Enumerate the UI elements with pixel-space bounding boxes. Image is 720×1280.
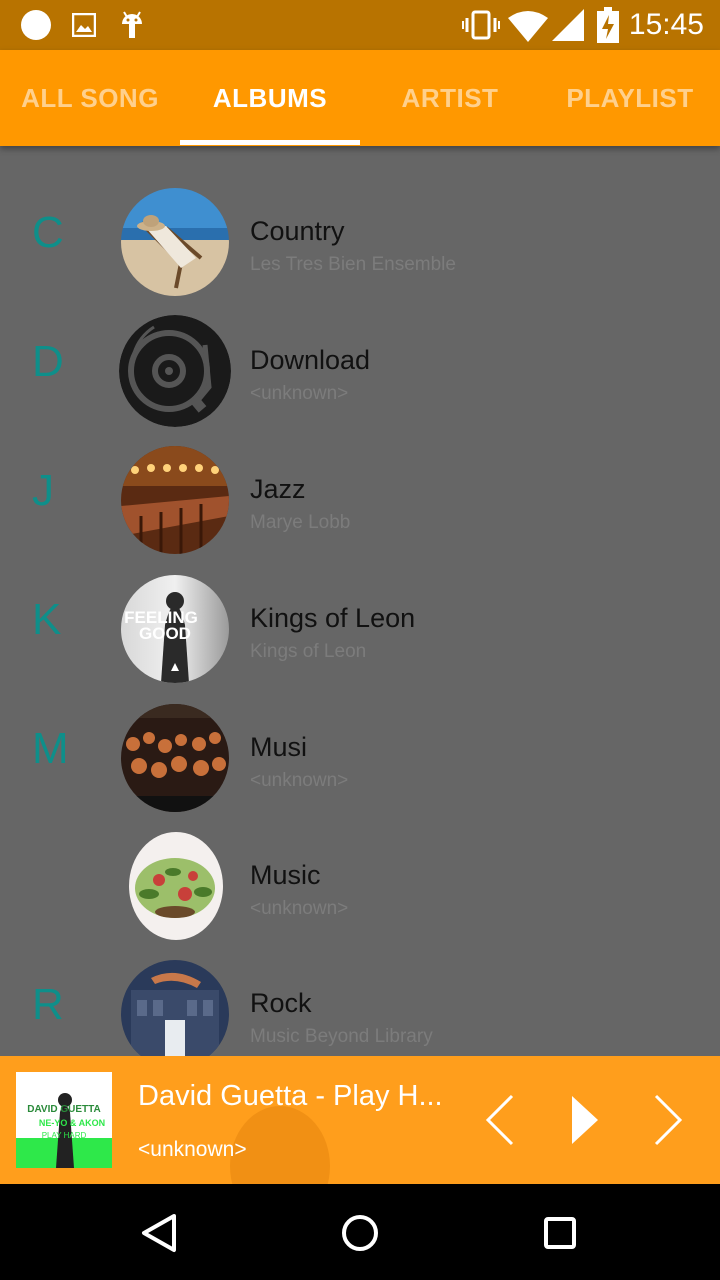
previous-icon[interactable] (480, 1092, 530, 1148)
album-row-musi[interactable]: M Musi <unknown> (0, 694, 720, 822)
album-title: Country (250, 216, 345, 246)
album-row-kings-of-leon[interactable]: K FEELING GOOD Kings of Leon Kings of Le… (0, 565, 720, 693)
home-icon[interactable] (335, 1208, 385, 1258)
turntable-icon (119, 315, 231, 427)
now-playing-background-art (230, 1106, 330, 1184)
play-icon[interactable] (564, 1092, 614, 1148)
album-art-rock (121, 960, 229, 1056)
album-row-rock[interactable]: R Rock Music Beyond Library (0, 950, 720, 1056)
now-playing-artist: <unknown> (138, 1138, 247, 1161)
album-title: Musi (250, 732, 308, 762)
album-row-download[interactable]: D Download <unknown> (0, 307, 720, 435)
tab-indicator (180, 140, 360, 145)
album-artist: Les Tres Bien Ensemble (250, 254, 456, 275)
recents-icon[interactable] (535, 1208, 585, 1258)
album-title: Music (250, 860, 321, 890)
section-letter: C (32, 208, 64, 257)
notification-dot-icon (21, 10, 51, 40)
album-art-musi (121, 704, 229, 812)
album-artist: <unknown> (250, 383, 349, 404)
album-artist: Marye Lobb (250, 512, 351, 533)
now-playing-title: David Guetta - Play H... (138, 1080, 443, 1112)
album-title: Kings of Leon (250, 603, 416, 633)
album-row-music[interactable]: Music <unknown> (0, 822, 720, 950)
album-artist: <unknown> (250, 770, 349, 791)
status-bar: 15:45 (0, 0, 720, 50)
back-icon[interactable] (136, 1208, 186, 1258)
tab-bar: ALL SONG ALBUMS ARTIST PLAYLIST (0, 50, 720, 146)
tab-all-song[interactable]: ALL SONG (0, 50, 180, 146)
album-art-text: GOOD (139, 624, 191, 643)
section-letter: R (32, 980, 64, 1029)
next-icon[interactable] (646, 1092, 696, 1148)
now-playing-bar[interactable]: DAVID GUETTA NE-YO & AKON PLAY HARD Davi… (0, 1056, 720, 1184)
album-list[interactable]: C Country Les Tres Bien Ensemble D Downl… (0, 146, 720, 1056)
album-artist: Music Beyond Library (250, 1026, 433, 1047)
cover-text-artist: DAVID GUETTA (27, 1104, 101, 1115)
section-letter: D (32, 337, 64, 386)
section-letter: K (32, 595, 62, 644)
album-artist: Kings of Leon (250, 641, 367, 662)
album-art-music (129, 832, 223, 940)
tab-artist[interactable]: ARTIST (360, 50, 540, 146)
cover-text-title: PLAY HARD (42, 1131, 87, 1140)
tab-albums[interactable]: ALBUMS (180, 50, 360, 146)
vibrate-icon (462, 10, 500, 40)
album-art-jazz (121, 446, 229, 554)
wifi-icon (508, 11, 548, 42)
now-playing-cover[interactable]: DAVID GUETTA NE-YO & AKON PLAY HARD (16, 1072, 112, 1168)
tab-playlist[interactable]: PLAYLIST (540, 50, 720, 146)
section-letter: J (32, 466, 54, 515)
battery-charging-icon (597, 7, 619, 43)
signal-icon (552, 9, 584, 41)
android-icon (122, 11, 142, 38)
section-letter: M (32, 724, 69, 773)
album-art-country (121, 188, 229, 296)
navigation-bar (0, 1184, 720, 1280)
album-title: Rock (250, 988, 312, 1018)
image-icon (72, 13, 96, 37)
album-art-kings-of-leon: FEELING GOOD (121, 575, 229, 683)
album-artist: <unknown> (250, 898, 349, 919)
album-title: Jazz (250, 474, 306, 504)
album-row-country[interactable]: C Country Les Tres Bien Ensemble (0, 178, 720, 306)
album-row-jazz[interactable]: J Jazz Marye Lobb (0, 436, 720, 564)
clock: 15:45 (628, 8, 704, 41)
cover-text-featuring: NE-YO & AKON (39, 1118, 105, 1128)
album-title: Download (250, 345, 371, 375)
